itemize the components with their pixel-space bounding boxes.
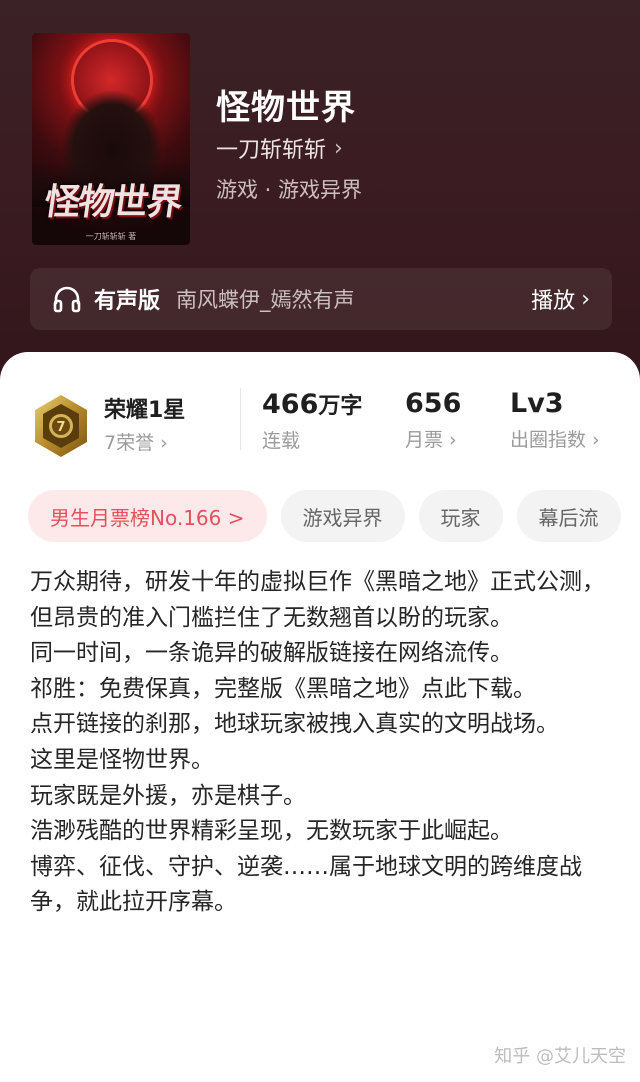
- synopsis-paragraph: 祁胜：免费保真，完整版《黑暗之地》点此下载。: [30, 675, 536, 702]
- popularity-level-value: Lv3: [510, 388, 564, 419]
- monthly-tickets-label: 月票: [405, 429, 444, 451]
- honor-badge-number: 7: [56, 420, 65, 435]
- word-count-value: 466: [262, 389, 319, 420]
- tag-chip[interactable]: 玩家: [418, 490, 503, 542]
- book-cover[interactable]: 怪物世界 一刀斩斩斩 著: [32, 33, 190, 245]
- synopsis-paragraph: 玩家既是外援，亦是棋子。: [30, 782, 306, 809]
- watermark: 知乎 @艾儿天空: [494, 1046, 626, 1067]
- honor-badge-icon[interactable]: 7: [32, 393, 90, 459]
- monthly-tickets-value: 656: [405, 388, 462, 419]
- cover-title-art: 怪物世界: [41, 181, 184, 223]
- honor-title: 荣耀1星: [104, 398, 186, 423]
- play-button[interactable]: 播放 ›: [531, 283, 590, 315]
- book-header: 怪物世界 一刀斩斩斩 著 怪物世界 一刀斩斩斩 › 游戏 · 游戏异界 有声版 …: [0, 0, 640, 380]
- genre-text: 游戏 · 游戏异界: [216, 178, 363, 202]
- synopsis-paragraph: 这里是怪物世界。: [30, 746, 214, 773]
- popularity-index-stat[interactable]: Lv3 出圈指数 ›: [510, 388, 600, 452]
- tag-list: 男生月票榜No.166 > 游戏异界 玩家 幕后流: [28, 490, 621, 542]
- author-name: 一刀斩斩斩: [216, 138, 327, 163]
- headphones-icon: [53, 286, 81, 313]
- synopsis-paragraph: 同一时间，一条诡异的破解版链接在网络流传。: [30, 640, 513, 667]
- synopsis-paragraph: 点开链接的刹那，地球玩家被拽入真实的文明战场。: [30, 711, 559, 738]
- synopsis: 万众期待，研发十年的虚拟巨作《黑暗之地》正式公测，但昂贵的准入门槛拦住了无数翘首…: [30, 565, 612, 921]
- serial-status-label: 连载: [262, 430, 301, 452]
- divider: [240, 388, 241, 450]
- cover-author-text: 一刀斩斩斩 著: [85, 232, 137, 241]
- author-link[interactable]: 一刀斩斩斩 ›: [216, 132, 343, 164]
- word-count-unit: 万字: [318, 394, 363, 419]
- popularity-index-label: 出圈指数: [510, 429, 587, 451]
- honor-subtitle: 7荣誉: [104, 432, 155, 454]
- rank-tag[interactable]: 男生月票榜No.166 >: [28, 490, 267, 542]
- audio-version-label: 有声版: [94, 289, 161, 314]
- chevron-right-icon: ›: [443, 429, 457, 451]
- synopsis-paragraph: 浩渺残酷的世界精彩呈现，无数玩家于此崛起。: [30, 818, 513, 845]
- synopsis-paragraph: 博弈、征伐、守护、逆袭……属于地球文明的跨维度战争，就此拉开序幕。: [30, 853, 582, 916]
- synopsis-paragraph: 万众期待，研发十年的虚拟巨作《黑暗之地》正式公测，但昂贵的准入门槛拦住了无数翘首…: [30, 569, 605, 631]
- book-info-card: 7 荣耀1星 7荣誉 › 466万字 连载 656 月票 › Lv3 出圈指数 …: [0, 352, 640, 1082]
- play-label: 播放: [531, 289, 576, 314]
- chevron-right-icon: ›: [586, 429, 600, 451]
- chevron-right-icon: ›: [334, 135, 343, 161]
- book-title: 怪物世界: [216, 88, 356, 128]
- honor-subtitle-link[interactable]: 7荣誉 ›: [104, 428, 168, 455]
- audio-version-bar[interactable]: 有声版 南风蝶伊_嫣然有声 播放 ›: [30, 268, 612, 330]
- word-count-stat: 466万字 连载: [262, 388, 362, 453]
- narrator-name: 南风蝶伊_嫣然有声: [176, 288, 355, 312]
- tag-chip[interactable]: 幕后流: [516, 490, 621, 542]
- tag-chip[interactable]: 游戏异界: [280, 490, 405, 542]
- monthly-tickets-stat[interactable]: 656 月票 ›: [405, 388, 461, 452]
- chevron-right-icon: ›: [581, 286, 590, 312]
- chevron-right-icon: ›: [160, 432, 168, 454]
